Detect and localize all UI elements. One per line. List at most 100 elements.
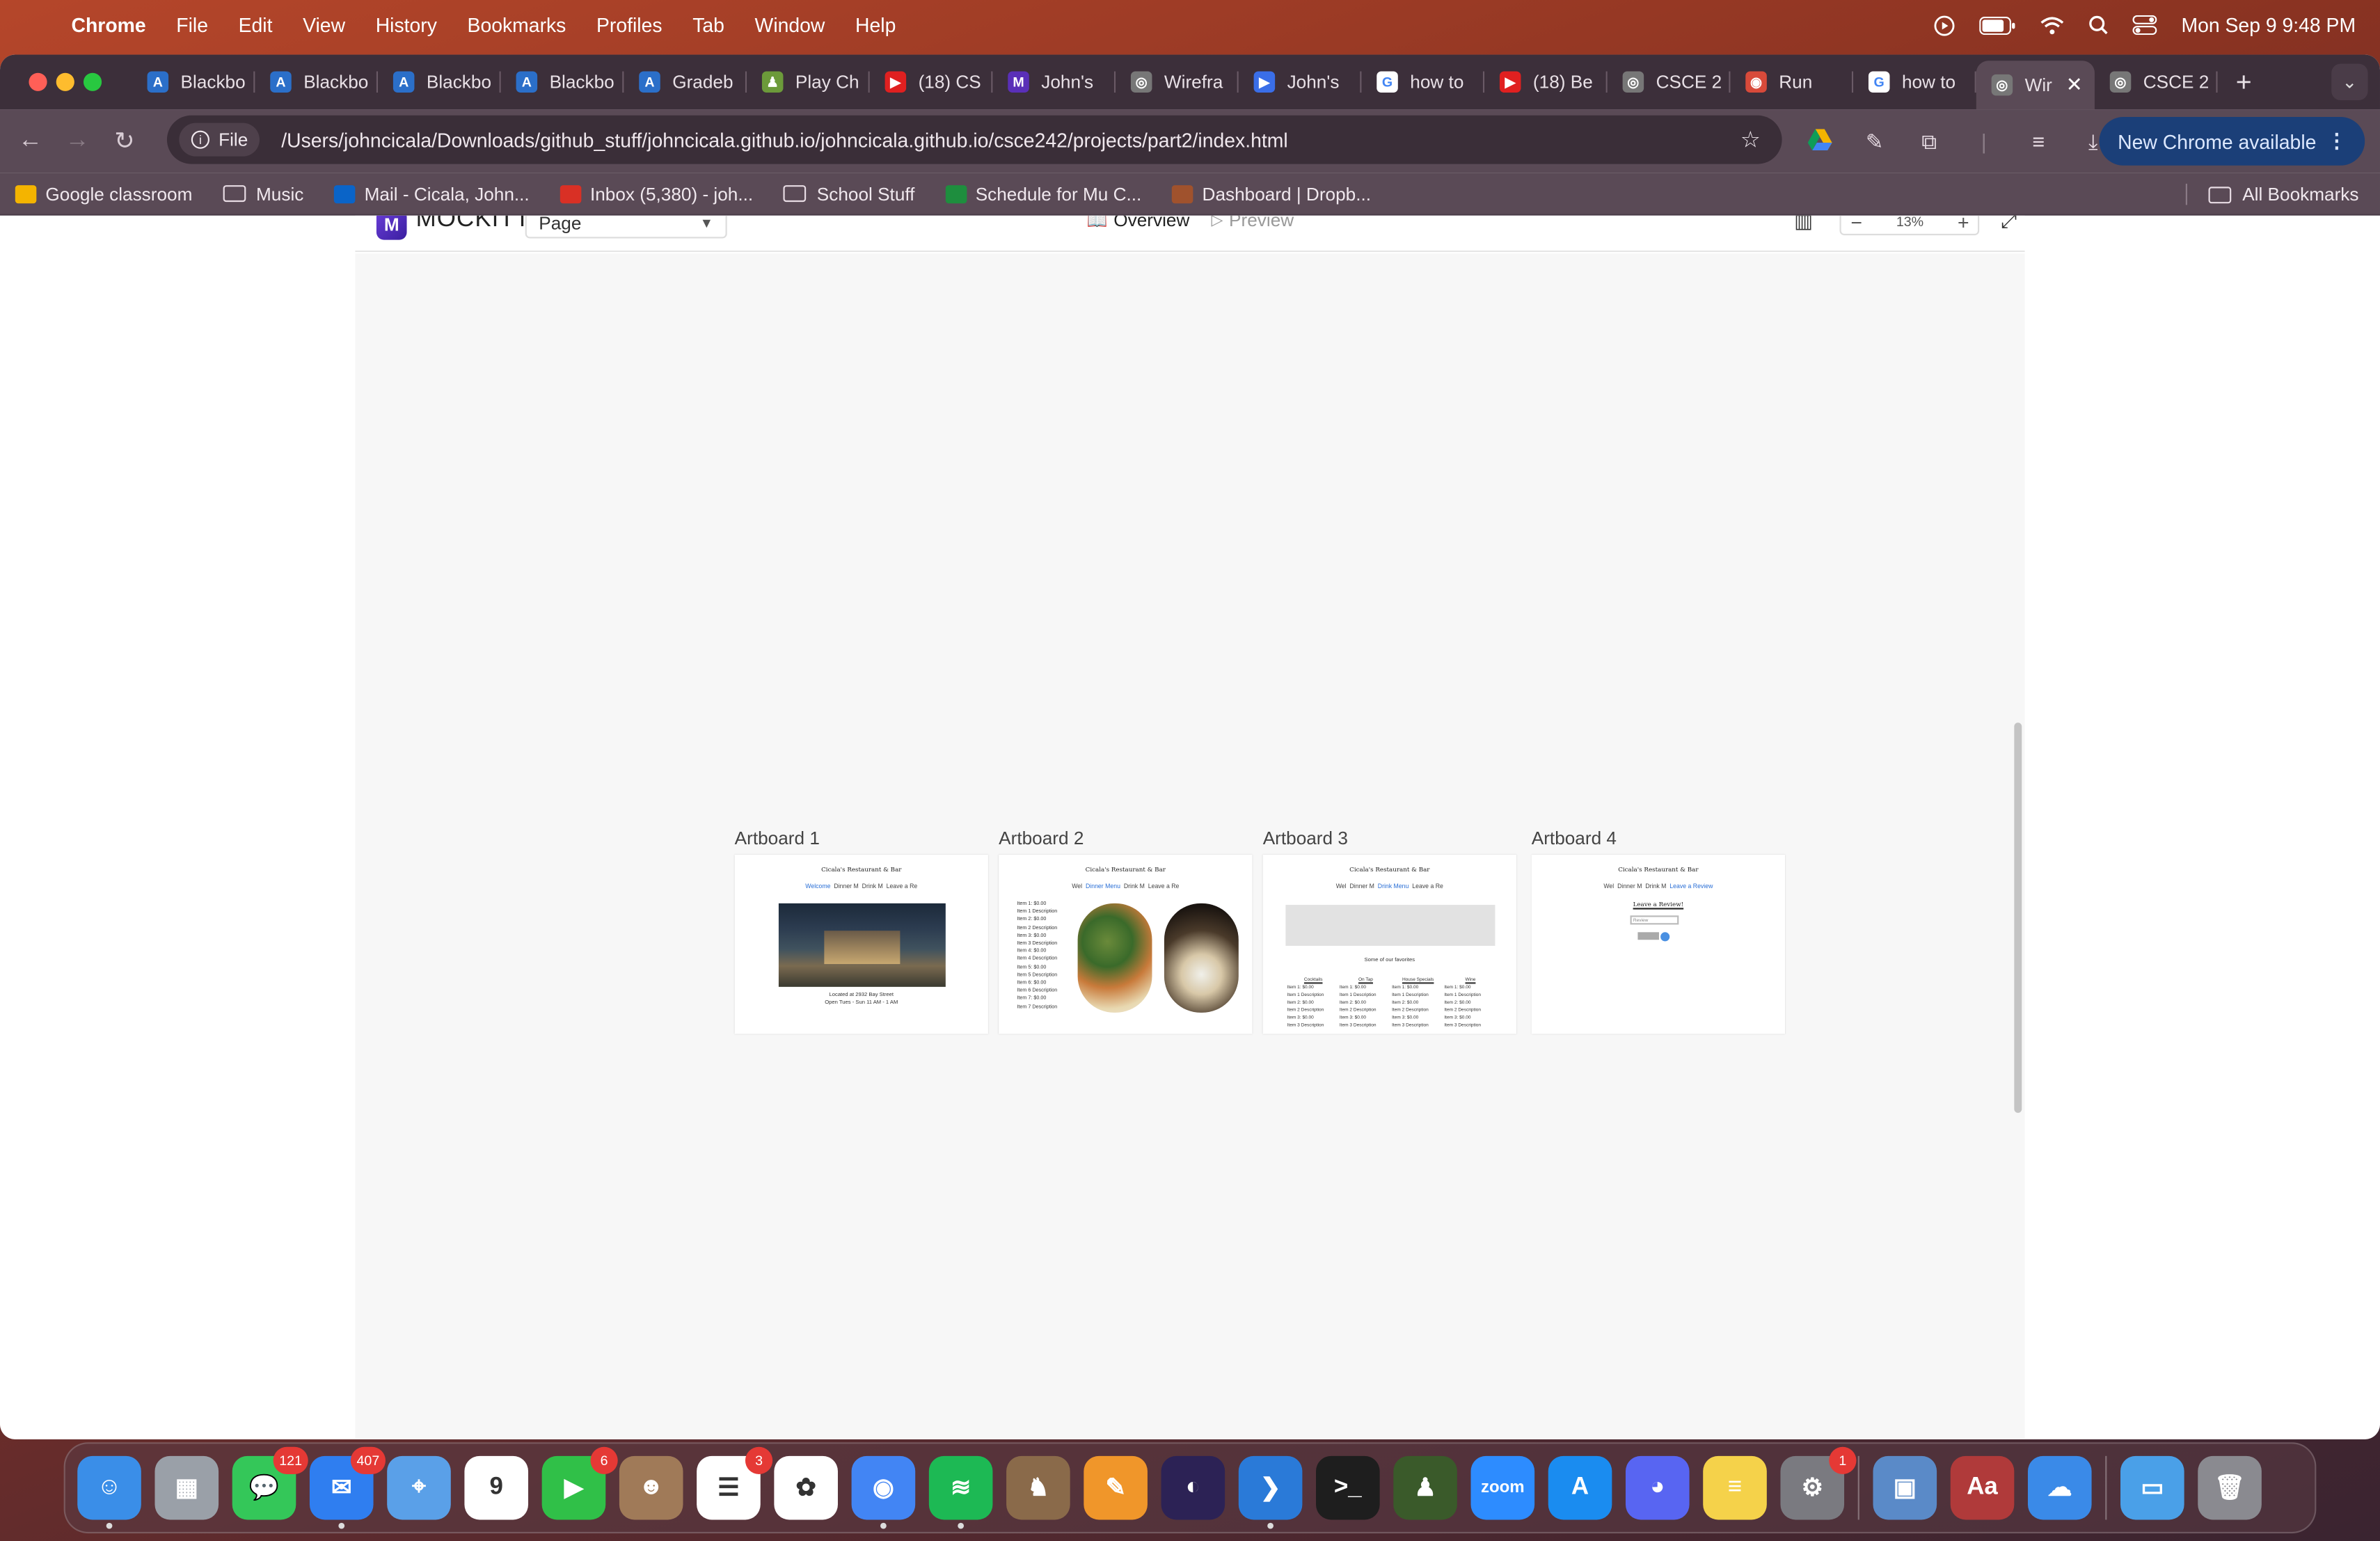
page-select[interactable]: Page ▼ bbox=[525, 215, 727, 239]
tab-1[interactable]: A Blackbo bbox=[255, 61, 379, 103]
finder-icon[interactable]: ☺ bbox=[77, 1455, 141, 1529]
tab-10[interactable]: Ghow to bbox=[1361, 61, 1485, 103]
menu-view[interactable]: View bbox=[303, 14, 345, 37]
address-bar[interactable]: i File /Users/johncicala/Downloads/githu… bbox=[166, 115, 1782, 164]
mail-icon[interactable]: ✉ 407 bbox=[309, 1446, 386, 1529]
photos-icon[interactable]: ✿ bbox=[774, 1455, 838, 1520]
artboard-4-label[interactable]: Artboard 4 bbox=[1532, 828, 1617, 849]
bookmark-item[interactable]: Google classroom bbox=[15, 183, 192, 204]
minimize-window-button[interactable] bbox=[56, 72, 74, 91]
calendar-icon[interactable]: 9 bbox=[464, 1455, 529, 1520]
pencil-extension-icon[interactable]: ✎ bbox=[1855, 128, 1894, 154]
bookmark-item[interactable]: Music bbox=[223, 183, 303, 204]
wifi-icon[interactable] bbox=[2040, 16, 2065, 34]
tab-search-button[interactable]: ⌄ bbox=[2331, 63, 2368, 100]
forward-button[interactable]: → bbox=[61, 127, 94, 155]
overview-tab[interactable]: 📖 Overview bbox=[1087, 216, 1190, 231]
bookmark-item[interactable]: School Stuff bbox=[783, 183, 914, 204]
terminal-icon[interactable]: >_ bbox=[1316, 1455, 1380, 1520]
google-drive-extension-icon[interactable] bbox=[1800, 128, 1840, 154]
zoom-icon[interactable]: zoom bbox=[1470, 1455, 1535, 1520]
menu-window[interactable]: Window bbox=[755, 14, 825, 37]
battery-icon[interactable] bbox=[1979, 15, 2015, 35]
artboard-2-label[interactable]: Artboard 2 bbox=[999, 828, 1084, 849]
bookmark-star-icon[interactable]: ☆ bbox=[1740, 126, 1761, 153]
menu-file[interactable]: File bbox=[176, 14, 208, 37]
discord-icon[interactable]: ◕ bbox=[1625, 1455, 1690, 1520]
artboard-1[interactable]: Cicala's Restaurant & Bar Welcome Dinner… bbox=[734, 855, 988, 1034]
canvas-scrollbar[interactable] bbox=[2014, 722, 2022, 1113]
extensions-puzzle-icon[interactable]: ⧉ bbox=[1910, 128, 1949, 154]
bookmark-item[interactable]: Mail - Cicala, John... bbox=[333, 183, 530, 204]
eclipse-icon[interactable]: ◐ bbox=[1161, 1455, 1225, 1520]
notes-icon[interactable]: ≡ bbox=[1703, 1455, 1767, 1520]
launchpad-icon[interactable]: ▦ bbox=[154, 1455, 219, 1520]
spotlight-search-icon[interactable] bbox=[2088, 15, 2108, 35]
menu-app-name[interactable]: Chrome bbox=[72, 14, 146, 37]
site-info-chip[interactable]: i File bbox=[179, 123, 260, 157]
tab-2[interactable]: A Blackbo bbox=[378, 61, 501, 103]
zoom-in-button[interactable]: + bbox=[1958, 216, 1969, 233]
pages-icon[interactable]: ✎ bbox=[1084, 1455, 1148, 1520]
reload-button[interactable]: ↻ bbox=[108, 126, 141, 157]
menu-help[interactable]: Help bbox=[855, 14, 896, 37]
dictionary-icon[interactable]: Aa bbox=[1950, 1455, 2015, 1520]
tab-0[interactable]: A Blackbo bbox=[132, 61, 255, 103]
bookmark-item[interactable]: Inbox (5,380) - joh... bbox=[560, 183, 753, 204]
trash-icon[interactable]: 🗑 bbox=[2198, 1455, 2262, 1520]
vscode-icon[interactable]: ❯ bbox=[1238, 1455, 1303, 1529]
control-center-icon[interactable] bbox=[2132, 15, 2157, 35]
chrome-menu-icon[interactable]: ⋮ bbox=[2327, 129, 2347, 153]
menu-tab[interactable]: Tab bbox=[692, 14, 724, 37]
zoom-window-button[interactable] bbox=[83, 72, 102, 91]
menu-bookmarks[interactable]: Bookmarks bbox=[468, 14, 566, 37]
settings-icon[interactable]: ⚙ 1 bbox=[1780, 1446, 1857, 1520]
tab-5[interactable]: ♟ Play Ch bbox=[747, 61, 870, 103]
reminders-icon[interactable]: ☰ 3 bbox=[697, 1446, 773, 1520]
tab-4[interactable]: A Gradeb bbox=[624, 61, 747, 103]
chrome-icon[interactable]: ◉ bbox=[851, 1455, 916, 1529]
tab-8[interactable]: ◎ Wirefra bbox=[1116, 61, 1239, 103]
tab-12[interactable]: ◎ CSCE 2 bbox=[1608, 61, 1731, 103]
bookmark-item[interactable]: Schedule for Mu C... bbox=[945, 183, 1141, 204]
bookmark-item[interactable]: Dashboard | Dropb... bbox=[1171, 183, 1371, 204]
close-window-button[interactable] bbox=[29, 72, 47, 91]
apple-icon[interactable] bbox=[26, 11, 50, 38]
tab-16[interactable]: ◎ CSCE 2 bbox=[2095, 61, 2218, 103]
app-store-icon[interactable]: A bbox=[1548, 1455, 1612, 1520]
tab-7[interactable]: M John's bbox=[992, 61, 1116, 103]
tab-15[interactable]: ◎ Wir ✕ bbox=[1976, 61, 2095, 110]
tab-14[interactable]: Ghow to bbox=[1853, 61, 1976, 103]
all-bookmarks-button[interactable]: All Bookmarks bbox=[2186, 173, 2358, 216]
artboard-3[interactable]: Cicala's Restaurant & Bar Wel Dinner M D… bbox=[1262, 855, 1516, 1034]
preview-icon[interactable]: ▣ bbox=[1873, 1455, 1937, 1520]
maps-icon[interactable]: ⌖ bbox=[387, 1455, 451, 1520]
spotify-icon[interactable]: ≋ bbox=[928, 1455, 993, 1529]
layout-toggle-icon[interactable]: ▥ bbox=[1794, 216, 1813, 234]
menu-edit[interactable]: Edit bbox=[239, 14, 273, 37]
artboard-3-label[interactable]: Artboard 3 bbox=[1263, 828, 1348, 849]
tab-13[interactable]: ◉ Run bbox=[1730, 61, 1854, 103]
mockitt-logo[interactable]: M bbox=[376, 215, 407, 240]
menu-clock[interactable]: Mon Sep 9 9:48 PM bbox=[2181, 14, 2356, 37]
new-tab-button[interactable]: + bbox=[2236, 66, 2252, 98]
mockitt-canvas[interactable]: Artboard 1 Cicala's Restaurant & Bar Wel… bbox=[355, 253, 2025, 1439]
menu-history[interactable]: History bbox=[376, 14, 437, 37]
artboard-1-label[interactable]: Artboard 1 bbox=[735, 828, 820, 849]
weather-icon[interactable]: ☁ bbox=[2027, 1455, 2092, 1520]
facetime-icon[interactable]: ▶ 6 bbox=[541, 1446, 618, 1520]
tab-6[interactable]: ▶ (18) CS bbox=[870, 61, 993, 103]
media-control-icon[interactable] bbox=[1934, 15, 1955, 36]
artboard-4[interactable]: Cicala's Restaurant & Bar Wel Dinner M D… bbox=[1531, 855, 1785, 1034]
zoom-level[interactable]: 13% bbox=[1896, 216, 1923, 230]
tab-9[interactable]: ▶ John's bbox=[1239, 61, 1362, 103]
folder-icon[interactable]: ▭ bbox=[2120, 1455, 2184, 1520]
fullscreen-icon[interactable]: ⤢ bbox=[2001, 216, 2017, 234]
messages-icon[interactable]: 💬 121 bbox=[232, 1446, 308, 1520]
zoom-out-button[interactable]: − bbox=[1850, 216, 1862, 233]
back-button[interactable]: ← bbox=[14, 127, 47, 155]
chess-icon[interactable]: ♟ bbox=[1393, 1455, 1457, 1520]
artboard-2[interactable]: Cicala's Restaurant & Bar Wel Dinner Men… bbox=[999, 855, 1253, 1034]
tab-11[interactable]: ▶ (18) Be bbox=[1484, 61, 1608, 103]
preview-tab[interactable]: ▷ Preview bbox=[1212, 216, 1294, 231]
